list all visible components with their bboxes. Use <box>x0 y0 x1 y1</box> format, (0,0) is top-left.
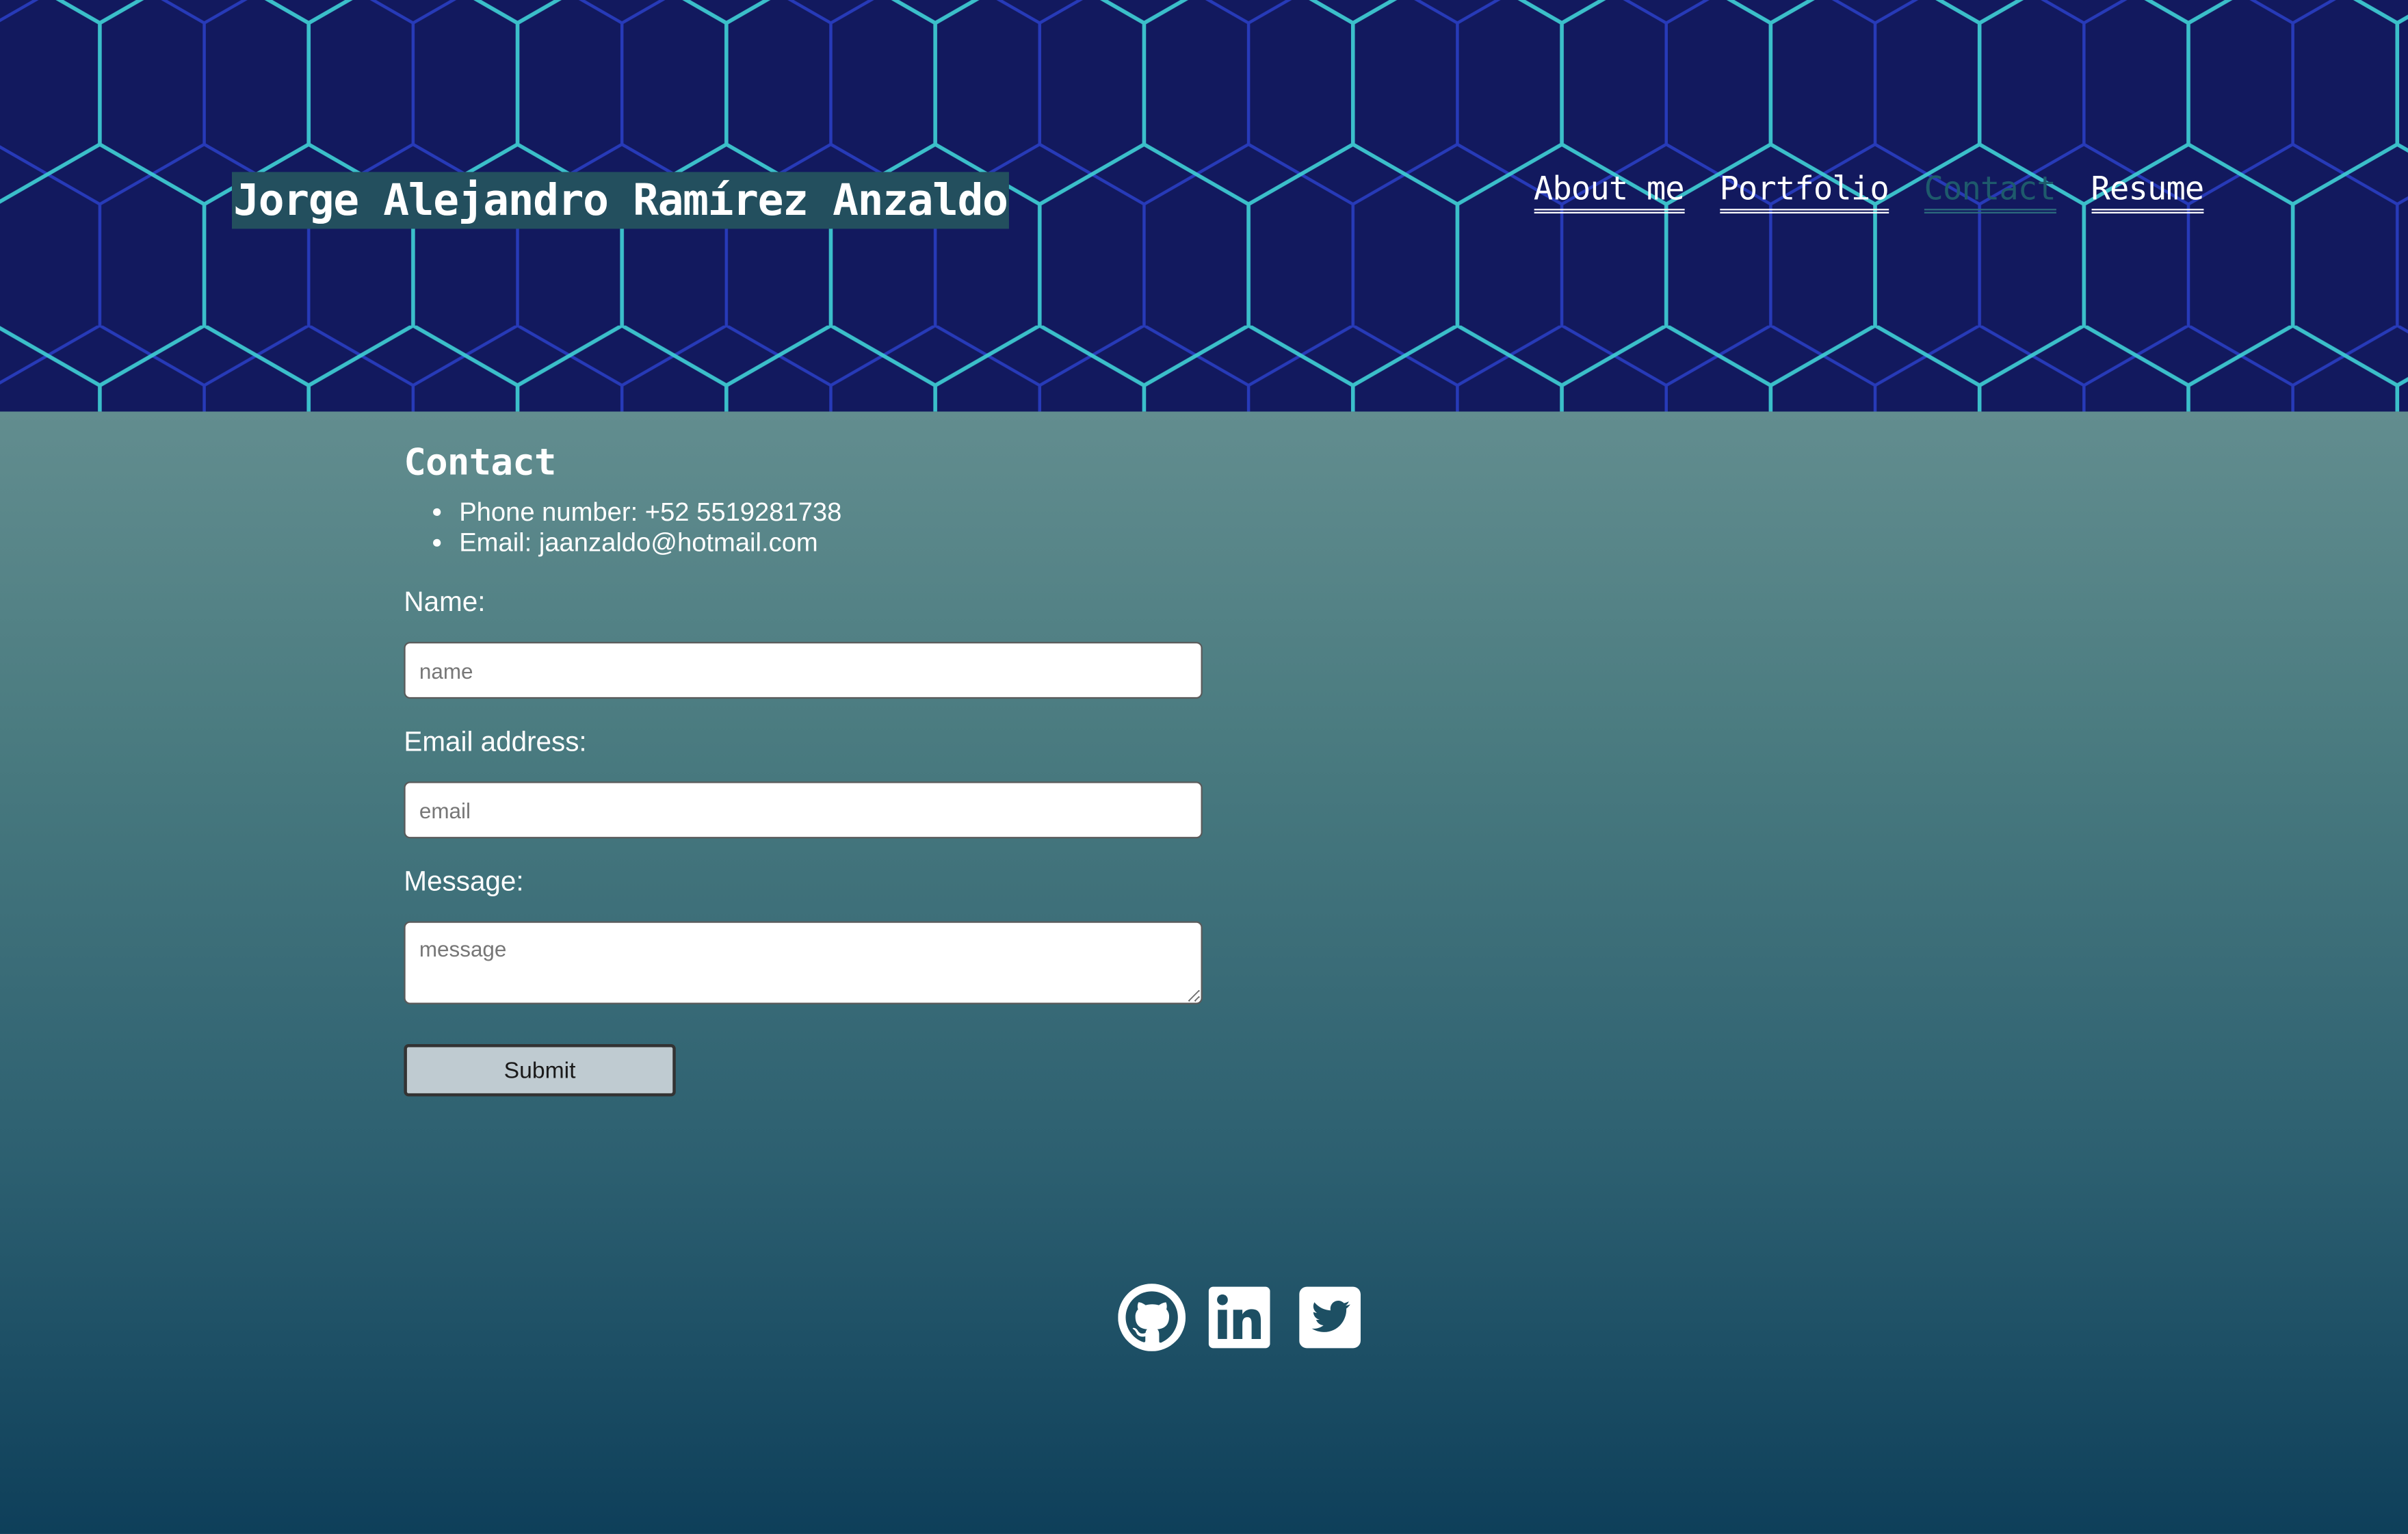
site-header: Jorge Alejandro Ramírez Anzaldo About me… <box>0 0 2408 412</box>
email-item: Email: jaanzaldo@hotmail.com <box>459 528 1218 559</box>
message-label: Message: <box>404 866 524 897</box>
message-field[interactable] <box>404 921 1203 1004</box>
nav-link-contact[interactable]: Contact <box>1924 169 2056 213</box>
page-title: Contact <box>404 441 556 484</box>
email-label: Email address: <box>404 726 587 757</box>
social-links <box>1118 1284 1367 1351</box>
name-label: Name: <box>404 586 486 618</box>
name-field[interactable] <box>404 642 1203 699</box>
github-icon <box>1118 1284 1186 1351</box>
email-field[interactable] <box>404 781 1203 839</box>
twitter-link[interactable] <box>1299 1284 1367 1351</box>
page: Jorge Alejandro Ramírez Anzaldo About me… <box>0 0 2408 1534</box>
linkedin-icon <box>1208 1286 1270 1349</box>
nav-link-resume[interactable]: Resume <box>2091 169 2204 213</box>
twitter-icon <box>1299 1286 1361 1349</box>
submit-button[interactable]: Submit <box>404 1044 676 1097</box>
contact-section: Contact Phone number: +52 5519281738 Ema… <box>404 436 1218 1097</box>
phone-number-item: Phone number: +52 5519281738 <box>459 497 1218 528</box>
linkedin-link[interactable] <box>1208 1284 1277 1351</box>
nav-link-portfolio[interactable]: Portfolio <box>1719 169 1889 213</box>
nav-link-about-me[interactable]: About me <box>1533 169 1685 213</box>
github-link[interactable] <box>1118 1284 1186 1351</box>
contact-details-list: Phone number: +52 5519281738 Email: jaan… <box>404 497 1218 559</box>
main-nav: About me Portfolio Contact Resume <box>1533 169 2204 213</box>
contact-form: Name: Email address: Message: Submit <box>404 585 1218 1097</box>
site-title: Jorge Alejandro Ramírez Anzaldo <box>231 172 1009 229</box>
